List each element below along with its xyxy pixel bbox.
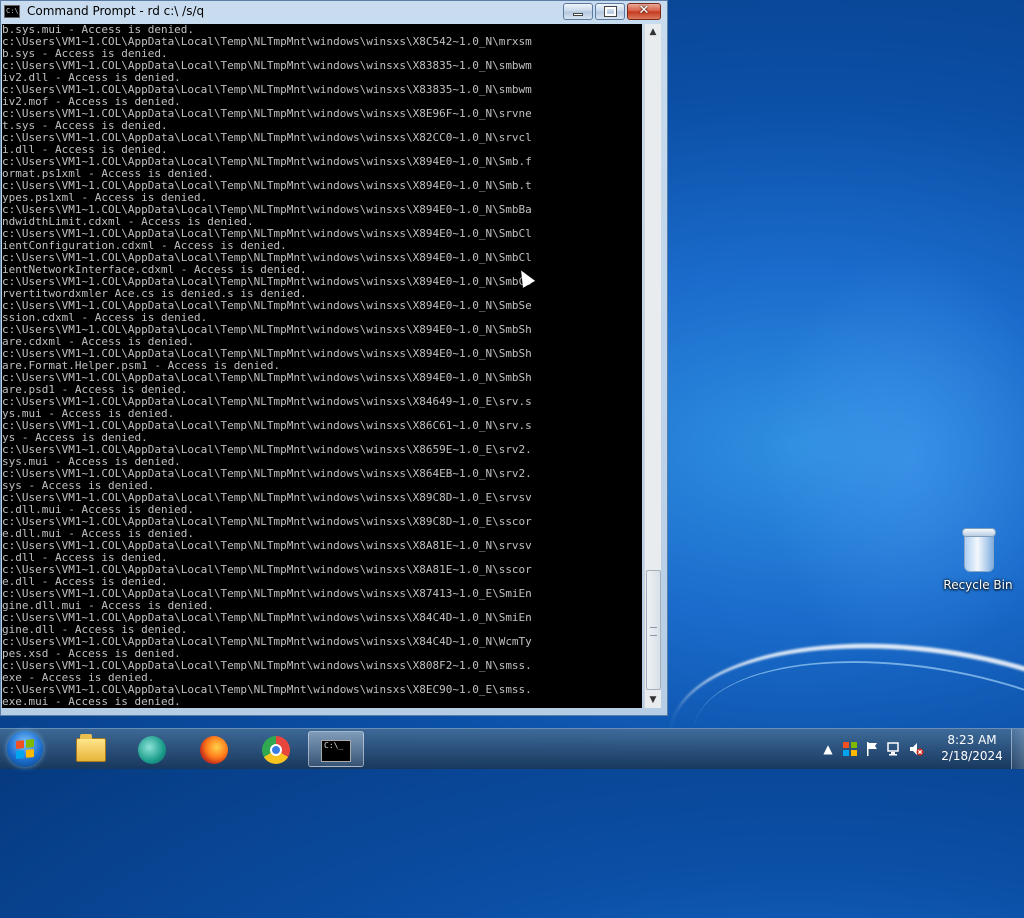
show-hidden-icons-icon[interactable]: ▲ [820,741,836,757]
firefox-icon [200,736,228,764]
maximize-button[interactable] [595,3,625,20]
scroll-down-arrow-icon[interactable]: ▼ [645,692,661,708]
taskbar-internet-explorer[interactable] [124,731,180,767]
taskbar-file-explorer[interactable] [62,731,118,767]
recycle-bin-label: Recycle Bin [943,578,1013,592]
action-center-icon[interactable] [842,741,858,757]
network-icon[interactable] [886,741,902,757]
chrome-icon [262,736,290,764]
desktop-light-streak-secondary [676,627,1024,911]
clock-time: 8:23 AM [947,733,997,747]
scrollbar-grip-icon [650,627,657,636]
console-text: b.sys.mui - Access is denied. c:\Users\V… [2,24,532,708]
cmd-icon: C:\_ [4,5,23,18]
taskbar-firefox[interactable] [186,731,242,767]
window-title: Command Prompt - rd c:\ /s/q [27,4,205,18]
cmd-icon: C:\_ [321,740,351,762]
recycle-bin-shortcut[interactable]: Recycle Bin [940,526,1016,592]
start-button[interactable] [7,731,43,767]
minimize-button[interactable] [563,3,593,20]
scroll-up-arrow-icon[interactable]: ▲ [645,24,661,40]
clock-date: 2/18/2024 [941,749,1003,763]
flag-icon[interactable] [864,741,880,757]
system-tray: ▲ 8:23 AM 2/18/2024 [818,729,1024,769]
maximize-icon [604,6,617,17]
close-icon: ✕ [638,3,650,18]
taskbar-chrome[interactable] [248,731,304,767]
scrollbar-thumb[interactable] [646,570,661,690]
close-button[interactable]: ✕ [627,3,661,20]
console-output[interactable]: b.sys.mui - Access is denied. c:\Users\V… [2,24,642,708]
command-prompt-window[interactable]: C:\_ Command Prompt - rd c:\ /s/q ✕ b.sy… [0,0,668,716]
volume-muted-icon[interactable] [908,741,924,757]
recycle-bin-icon [960,526,996,572]
windows-logo-icon [16,739,34,759]
vertical-scrollbar[interactable]: ▲ ▼ [644,24,661,708]
taskbar-command-prompt[interactable]: C:\_ [308,731,364,767]
taskbar-clock[interactable]: 8:23 AM 2/18/2024 [936,732,1008,764]
folder-icon [76,734,106,762]
show-desktop-button[interactable] [1011,729,1024,769]
minimize-icon [573,13,583,16]
taskbar: C:\_ ▲ 8:23 AM 2/18/2024 [0,728,1024,769]
window-titlebar[interactable]: C:\_ Command Prompt - rd c:\ /s/q ✕ [1,1,667,24]
ie-icon [138,736,166,764]
